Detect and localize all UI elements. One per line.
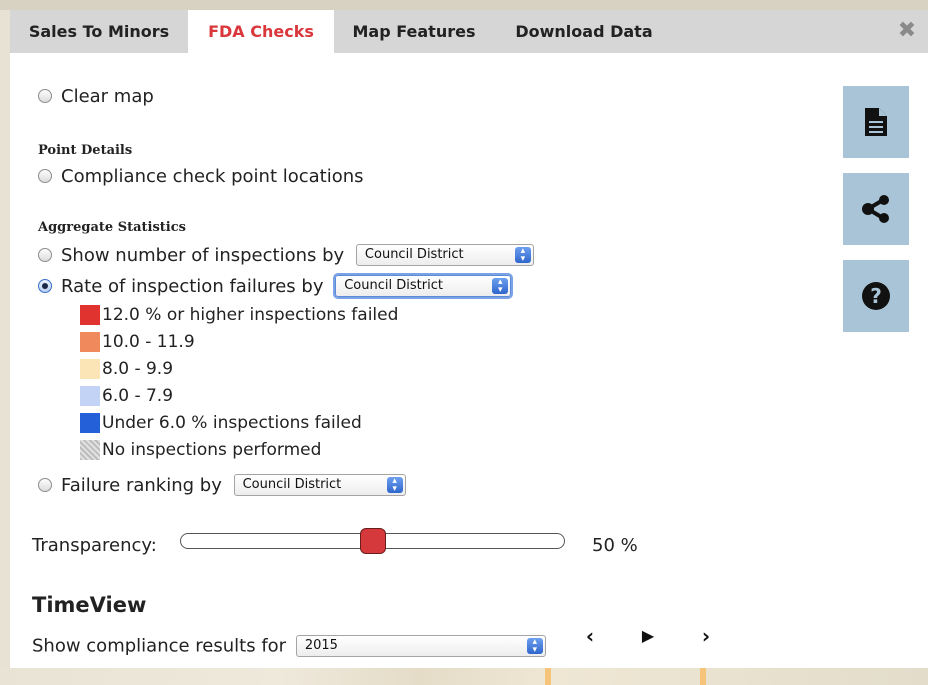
legend-item: 8.0 - 9.9	[80, 359, 173, 379]
clear-map-label: Clear map	[61, 85, 154, 107]
failure-ranking-select-value: Council District	[242, 477, 342, 492]
legend-swatch	[80, 413, 100, 433]
tab-download-data[interactable]: Download Data	[494, 10, 674, 53]
help-icon: ?	[862, 282, 890, 310]
clear-map-option[interactable]: Clear map	[38, 85, 154, 107]
year-select[interactable]: 2015 ▴ ▾	[295, 635, 546, 657]
failure-ranking-label: Failure ranking by	[61, 474, 222, 496]
play-icon[interactable]: ▶	[636, 624, 660, 648]
select-arrows-icon: ▴ ▾	[514, 247, 531, 264]
show-number-select[interactable]: Council District ▴ ▾	[355, 244, 534, 266]
panel-content: Clear map Point Details Compliance check…	[10, 53, 928, 668]
legend-label: No inspections performed	[102, 440, 322, 460]
close-icon[interactable]: ✖	[894, 18, 920, 44]
legend-item: No inspections performed	[80, 440, 321, 460]
tab-fda-checks[interactable]: FDA Checks	[188, 10, 334, 53]
tab-map-features[interactable]: Map Features	[334, 10, 494, 53]
legend-swatch	[80, 386, 100, 406]
fda-checks-panel: Sales To Minors FDA Checks Map Features …	[10, 10, 928, 668]
point-locations-radio[interactable]	[38, 169, 52, 183]
show-number-radio[interactable]	[38, 248, 52, 262]
transparency-label: Transparency:	[32, 535, 157, 556]
legend-label: Under 6.0 % inspections failed	[102, 413, 362, 433]
map-road	[700, 668, 706, 685]
map-edge-bottom	[0, 668, 928, 685]
point-details-heading: Point Details	[38, 143, 133, 158]
clear-map-radio[interactable]	[38, 89, 52, 103]
svg-text:?: ?	[870, 284, 882, 308]
failure-ranking-option[interactable]: Failure ranking by Council District ▴ ▾	[38, 474, 406, 496]
legend-swatch	[80, 359, 100, 379]
aggregate-statistics-heading: Aggregate Statistics	[38, 220, 186, 235]
help-button[interactable]: ?	[843, 260, 909, 332]
show-number-label: Show number of inspections by	[61, 244, 345, 266]
legend-item: 12.0 % or higher inspections failed	[80, 305, 398, 325]
previous-chevron-icon[interactable]: ‹	[578, 624, 602, 648]
legend-swatch	[80, 440, 100, 460]
rate-failures-select-value: Council District	[344, 278, 443, 293]
legend-label: 10.0 - 11.9	[102, 332, 195, 352]
timeview-heading: TimeView	[32, 593, 147, 617]
legend-item: 6.0 - 7.9	[80, 386, 173, 406]
legend-label: 8.0 - 9.9	[102, 359, 174, 379]
select-arrows-icon: ▴ ▾	[386, 477, 403, 494]
map-edge-top	[0, 0, 928, 10]
tab-bar: Sales To Minors FDA Checks Map Features …	[10, 10, 928, 53]
legend-swatch	[80, 305, 100, 325]
document-icon	[865, 108, 887, 136]
year-select-value: 2015	[304, 638, 338, 653]
transparency-value: 50 %	[592, 535, 638, 556]
timeview-row: Show compliance results for 2015 ▴ ▾	[32, 635, 546, 657]
tab-sales-to-minors[interactable]: Sales To Minors	[10, 10, 188, 53]
timeview-label: Show compliance results for	[32, 635, 287, 657]
show-number-select-value: Council District	[364, 247, 464, 262]
legend-label: 6.0 - 7.9	[102, 386, 174, 406]
share-icon	[862, 195, 889, 223]
select-arrows-icon: ▴ ▾	[526, 638, 543, 655]
point-locations-label: Compliance check point locations	[61, 165, 364, 187]
failure-ranking-select[interactable]: Council District ▴ ▾	[233, 474, 406, 496]
legend-item: 10.0 - 11.9	[80, 332, 195, 352]
rate-failures-select[interactable]: Council District ▴ ▾	[335, 275, 512, 297]
legend-item: Under 6.0 % inspections failed	[80, 413, 362, 433]
rate-failures-label: Rate of inspection failures by	[61, 275, 324, 297]
share-button[interactable]	[843, 173, 909, 245]
show-number-option[interactable]: Show number of inspections by Council Di…	[38, 244, 534, 266]
legend-swatch	[80, 332, 100, 352]
legend-label: 12.0 % or higher inspections failed	[102, 305, 399, 325]
failure-ranking-radio[interactable]	[38, 478, 52, 492]
report-button[interactable]	[843, 86, 909, 158]
rate-failures-option[interactable]: Rate of inspection failures by Council D…	[38, 275, 512, 297]
select-arrows-icon: ▴ ▾	[492, 278, 509, 295]
next-chevron-icon[interactable]: ›	[694, 624, 718, 648]
transparency-slider-thumb[interactable]	[359, 528, 386, 554]
point-locations-option[interactable]: Compliance check point locations	[38, 165, 364, 187]
rate-failures-radio[interactable]	[38, 279, 52, 293]
map-road	[545, 668, 551, 685]
